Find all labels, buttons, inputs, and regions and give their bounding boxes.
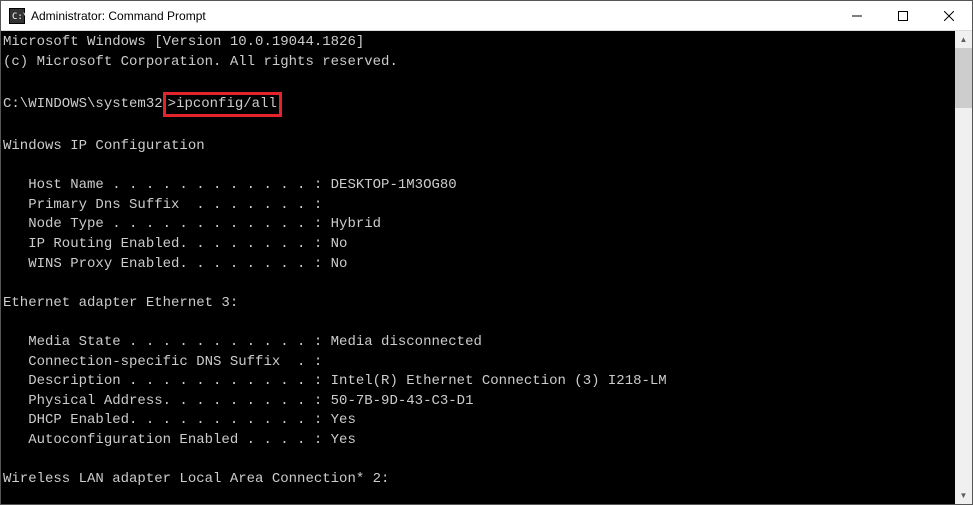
scroll-down-arrow-icon[interactable]: ▼ [955,487,972,504]
vertical-scrollbar[interactable]: ▲ ▼ [955,31,972,504]
minimize-button[interactable] [834,1,880,30]
copyright-line: (c) Microsoft Corporation. All rights re… [3,54,398,70]
ip-routing-line: IP Routing Enabled. . . . . . . . : No [3,236,347,252]
host-name-line: Host Name . . . . . . . . . . . . : DESK… [3,177,457,193]
titlebar[interactable]: C:\ Administrator: Command Prompt [1,1,972,31]
prompt-path: C:\WINDOWS\system32 [3,96,163,112]
eth-media-state: Media State . . . . . . . . . . . : Medi… [3,334,482,350]
node-type-line: Node Type . . . . . . . . . . . . : Hybr… [3,216,381,232]
scroll-thumb[interactable] [955,48,972,108]
eth-physical-address: Physical Address. . . . . . . . . : 50-7… [3,393,473,409]
eth-description: Description . . . . . . . . . . . : Inte… [3,373,667,389]
eth-dns-suffix: Connection-specific DNS Suffix . : [3,354,322,370]
window-controls [834,1,972,30]
terminal-output[interactable]: Microsoft Windows [Version 10.0.19044.18… [1,31,955,504]
eth-dhcp-enabled: DHCP Enabled. . . . . . . . . . . : Yes [3,412,356,428]
maximize-button[interactable] [880,1,926,30]
cmd-icon: C:\ [9,8,25,24]
section-ethernet: Ethernet adapter Ethernet 3: [3,295,238,311]
entered-command: >ipconfig/all [168,96,277,112]
command-highlight: >ipconfig/all [163,92,282,118]
scroll-up-arrow-icon[interactable]: ▲ [955,31,972,48]
content-area: Microsoft Windows [Version 10.0.19044.18… [1,31,972,504]
svg-text:C:\: C:\ [12,12,25,22]
close-button[interactable] [926,1,972,30]
primary-dns-line: Primary Dns Suffix . . . . . . . : [3,197,322,213]
wins-proxy-line: WINS Proxy Enabled. . . . . . . . : No [3,256,347,272]
eth-autoconfig: Autoconfiguration Enabled . . . . : Yes [3,432,356,448]
section-wireless: Wireless LAN adapter Local Area Connecti… [3,471,389,487]
section-ip-config: Windows IP Configuration [3,138,205,154]
scroll-track[interactable] [955,48,972,487]
version-line: Microsoft Windows [Version 10.0.19044.18… [3,34,364,50]
command-prompt-window: C:\ Administrator: Command Prompt Micros… [0,0,973,505]
window-title: Administrator: Command Prompt [31,9,834,23]
